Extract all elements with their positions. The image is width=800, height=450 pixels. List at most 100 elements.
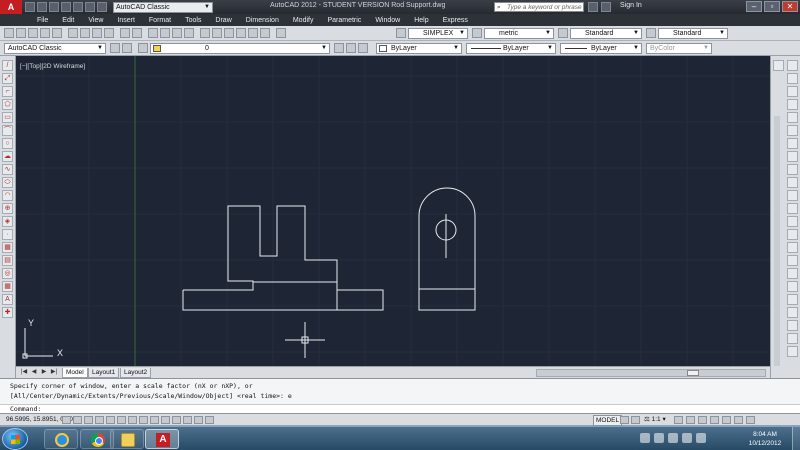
break-at-point-icon[interactable]	[787, 203, 798, 214]
3d-object-snap-icon[interactable]	[128, 416, 137, 424]
open-icon[interactable]	[16, 28, 26, 38]
infer-constraints-icon[interactable]	[62, 416, 71, 424]
menu-tools[interactable]: Tools	[178, 17, 208, 24]
workspace-settings-icon[interactable]	[110, 43, 120, 53]
fillet-icon[interactable]	[787, 255, 798, 266]
trim-icon[interactable]	[787, 177, 798, 188]
show-desktop-button[interactable]	[792, 427, 800, 450]
command-line-input[interactable]: Command:	[0, 404, 800, 414]
menu-draw[interactable]: Draw	[208, 17, 238, 24]
model-space-button[interactable]: MODEL	[593, 415, 623, 426]
dynamic-ucs-icon[interactable]	[150, 416, 159, 424]
menu-dimension[interactable]: Dimension	[239, 17, 286, 24]
text-style-dropdown[interactable]: SIMPLEX ▼	[408, 28, 468, 39]
draw-order-icon[interactable]	[787, 60, 798, 71]
subscription-center-icon[interactable]	[588, 2, 598, 12]
chamfer-icon[interactable]	[787, 242, 798, 253]
plot-icon[interactable]	[40, 28, 50, 38]
hatch-icon[interactable]: ▦	[2, 242, 13, 253]
undo-icon[interactable]	[120, 28, 130, 38]
rotate-icon[interactable]	[787, 138, 798, 149]
ortho-mode-icon[interactable]	[95, 416, 104, 424]
snap-mode-icon[interactable]	[73, 416, 82, 424]
text-style-icon[interactable]	[396, 28, 406, 38]
previous-tab-icon[interactable]: ◀	[30, 369, 38, 377]
menu-insert[interactable]: Insert	[110, 17, 142, 24]
layer-manager-icon[interactable]	[138, 43, 148, 53]
multileader-style-icon[interactable]	[646, 28, 656, 38]
start-button[interactable]	[2, 428, 28, 450]
polyline-icon[interactable]: ⌐	[2, 86, 13, 97]
workspace-dropdown[interactable]: AutoCAD Classic ▼	[113, 1, 213, 13]
stretch-icon[interactable]	[787, 164, 798, 175]
tab-layout2[interactable]: Layout2	[120, 368, 152, 378]
polar-tracking-icon[interactable]	[106, 416, 115, 424]
new-file-icon[interactable]	[25, 2, 35, 12]
close-button[interactable]: ✕	[782, 1, 798, 12]
menu-file[interactable]: File	[30, 17, 55, 24]
object-snap-icon[interactable]	[117, 416, 126, 424]
lock-icon[interactable]	[698, 416, 707, 424]
save-icon[interactable]	[28, 28, 38, 38]
minimize-button[interactable]: –	[746, 1, 762, 12]
multileader-style-dropdown[interactable]: Standard ▼	[658, 28, 728, 39]
snap-center-icon[interactable]	[787, 320, 798, 331]
undo-icon[interactable]	[85, 2, 95, 12]
print-icon[interactable]	[73, 2, 83, 12]
snap-settings-icon[interactable]	[787, 346, 798, 357]
extend-icon[interactable]	[787, 190, 798, 201]
layer-dropdown[interactable]: 0 ▼	[150, 43, 330, 54]
pan-icon[interactable]	[148, 28, 158, 38]
annotation-visibility-icon[interactable]	[674, 416, 683, 424]
drawing-svg[interactable]: Y X	[16, 56, 770, 366]
table-style-dropdown[interactable]: Standard ▼	[570, 28, 642, 39]
construction-line-icon[interactable]: ⤢	[2, 73, 13, 84]
gradient-icon[interactable]: ▤	[2, 255, 13, 266]
spline-icon[interactable]: ∿	[2, 164, 13, 175]
taskbar-app-chrome[interactable]	[80, 429, 114, 449]
arc-icon[interactable]: ⌒	[2, 125, 13, 136]
snap-quadrant-icon[interactable]	[787, 333, 798, 344]
menu-view[interactable]: View	[81, 17, 110, 24]
dimension-style-dropdown[interactable]: metric ▼	[484, 28, 554, 39]
help-icon[interactable]	[276, 28, 286, 38]
revision-cloud-icon[interactable]: ☁	[2, 151, 13, 162]
properties-icon[interactable]	[200, 28, 210, 38]
ellipse-icon[interactable]: ⬭	[2, 177, 13, 188]
table-icon[interactable]: ▦	[2, 281, 13, 292]
system-clock[interactable]: 8:04 AM 10/12/2012	[740, 430, 790, 448]
zoom-window-icon[interactable]	[172, 28, 182, 38]
grid-display-icon[interactable]	[84, 416, 93, 424]
layer-state-icon[interactable]	[358, 43, 368, 53]
erase-icon[interactable]	[773, 60, 784, 71]
lineweight-dropdown[interactable]: ByLayer ▼	[560, 43, 642, 54]
circle-icon[interactable]: ○	[2, 138, 13, 149]
cut-icon[interactable]	[68, 28, 78, 38]
show-hidden-icons-icon[interactable]	[640, 433, 650, 443]
search-input[interactable]: ⌕ Type a keyword or phrase	[494, 2, 584, 12]
last-tab-icon[interactable]: ▶|	[50, 369, 58, 377]
multiline-text-icon[interactable]: A	[2, 294, 13, 305]
markup-icon[interactable]	[248, 28, 258, 38]
layer-properties-icon[interactable]	[122, 43, 132, 53]
communication-center-icon[interactable]	[601, 2, 611, 12]
menu-edit[interactable]: Edit	[55, 17, 81, 24]
region-icon[interactable]: ◎	[2, 268, 13, 279]
layer-previous-icon[interactable]	[346, 43, 356, 53]
quick-properties-icon[interactable]	[194, 416, 203, 424]
move-icon[interactable]	[787, 125, 798, 136]
zoom-previous-icon[interactable]	[184, 28, 194, 38]
copy-object-icon[interactable]	[787, 73, 798, 84]
copy-icon[interactable]	[80, 28, 90, 38]
drawing-canvas[interactable]: Y X [−][Top][2D Wireframe]	[16, 56, 770, 366]
scrollbar-thumb[interactable]	[687, 370, 699, 376]
snap-midpoint-icon[interactable]	[787, 307, 798, 318]
redo-icon[interactable]	[132, 28, 142, 38]
sign-in-button[interactable]: Sign In	[620, 2, 642, 9]
tool-palettes-icon[interactable]	[224, 28, 234, 38]
array-icon[interactable]	[787, 112, 798, 123]
menu-window[interactable]: Window	[368, 17, 407, 24]
line-icon[interactable]: /	[2, 60, 13, 71]
menu-parametric[interactable]: Parametric	[320, 17, 368, 24]
menu-format[interactable]: Format	[142, 17, 178, 24]
